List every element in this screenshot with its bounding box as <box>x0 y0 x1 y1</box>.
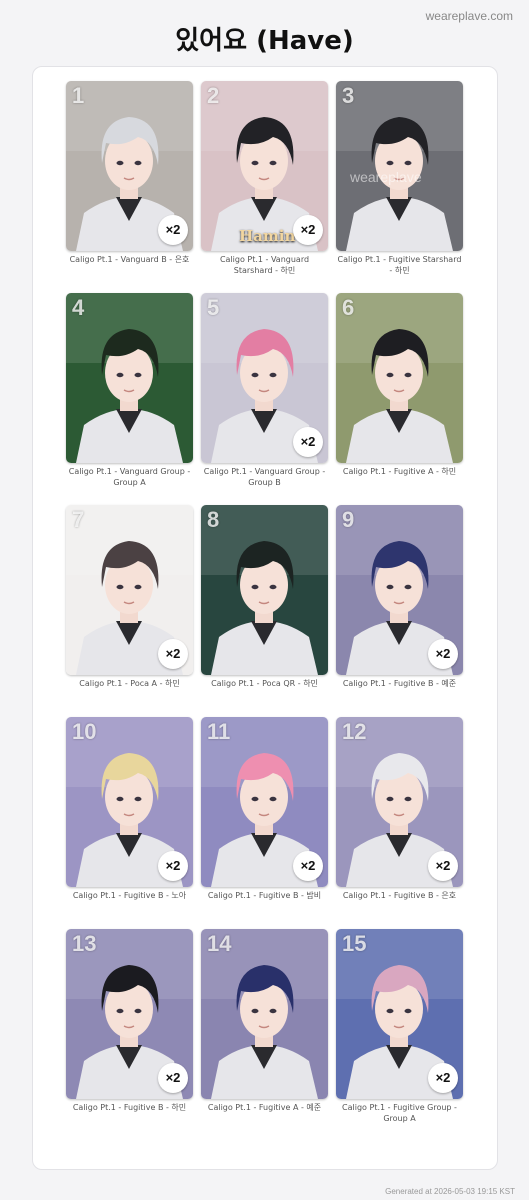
generated-timestamp: Generated at 2026-05-03 19:15 KST <box>385 1187 515 1196</box>
photocard[interactable]: 10 ×2 Caligo Pt.1 - Fugitive B - 노아 <box>66 717 193 929</box>
photocard[interactable]: 6 Caligo Pt.1 - Fugitive A - 하민 <box>336 293 463 505</box>
quantity-badge: ×2 <box>428 639 458 669</box>
photocard-image: 7 ×2 <box>66 505 193 675</box>
card-watermark: weareplave <box>350 169 422 185</box>
photocard-image: 5 ×2 <box>201 293 328 463</box>
card-number: 15 <box>342 931 367 956</box>
card-caption: Caligo Pt.1 - Vanguard Group - Group A <box>68 467 191 487</box>
card-caption: Caligo Pt.1 - Poca QR - 하민 <box>211 679 318 688</box>
card-number: 2 <box>207 83 220 108</box>
quantity-badge: ×2 <box>293 851 323 881</box>
card-caption: Caligo Pt.1 - Fugitive Starshard - 하민 <box>337 255 462 275</box>
card-caption: Caligo Pt.1 - Fugitive B - 노아 <box>72 891 187 900</box>
quantity-badge: ×2 <box>428 851 458 881</box>
quantity-badge: ×2 <box>158 639 188 669</box>
card-signature-text: Hamin <box>239 227 296 245</box>
photocard-image: 9 ×2 <box>336 505 463 675</box>
card-number: 6 <box>342 295 355 320</box>
character-portrait <box>201 505 328 675</box>
photocard-image: 1 ×2 <box>66 81 193 251</box>
card-caption: Caligo Pt.1 - Fugitive A - 하민 <box>342 467 457 476</box>
photocard[interactable]: 12 ×2 Caligo Pt.1 - Fugitive B - 은호 <box>336 717 463 929</box>
card-caption: Caligo Pt.1 - Vanguard Group - Group B <box>203 467 326 487</box>
photocard[interactable]: weareplave 3 Caligo Pt.1 - Fugitive Starsh… <box>336 81 463 293</box>
card-number: 8 <box>207 507 220 532</box>
photocard-image: 14 <box>201 929 328 1099</box>
card-caption: Caligo Pt.1 - Fugitive A - 예준 <box>207 1103 322 1112</box>
card-number: 5 <box>207 295 220 320</box>
card-number: 1 <box>72 83 85 108</box>
card-caption: Caligo Pt.1 - Fugitive B - 예준 <box>342 679 457 688</box>
card-number: 4 <box>72 295 85 320</box>
character-portrait <box>336 293 463 463</box>
page-header: 있어요 (Have) weareplave.com <box>0 0 529 66</box>
quantity-badge: ×2 <box>293 427 323 457</box>
photocard[interactable]: 14 Caligo Pt.1 - Fugitive A - 예준 <box>201 929 328 1141</box>
card-number: 14 <box>207 931 232 956</box>
card-number: 13 <box>72 931 97 956</box>
card-caption: Caligo Pt.1 - Fugitive B - 하민 <box>72 1103 187 1112</box>
site-url[interactable]: weareplave.com <box>426 9 513 23</box>
card-caption: Caligo Pt.1 - Vanguard Starshard - 하민 <box>219 255 310 275</box>
photocard[interactable]: 9 ×2 Caligo Pt.1 - Fugitive B - 예준 <box>336 505 463 717</box>
photocard[interactable]: 8 Caligo Pt.1 - Poca QR - 하민 <box>201 505 328 717</box>
photocard-image: 15 ×2 <box>336 929 463 1099</box>
card-caption: Caligo Pt.1 - Vanguard B - 은호 <box>69 255 190 264</box>
photocard-image: Hamin 2 ×2 <box>201 81 328 251</box>
photocard[interactable]: 11 ×2 Caligo Pt.1 - Fugitive B - 밤비 <box>201 717 328 929</box>
photocard[interactable]: 13 ×2 Caligo Pt.1 - Fugitive B - 하민 <box>66 929 193 1141</box>
quantity-badge: ×2 <box>158 215 188 245</box>
card-number: 9 <box>342 507 355 532</box>
photocard-image: 6 <box>336 293 463 463</box>
photocard[interactable]: 5 ×2 Caligo Pt.1 - Vanguard Group - Group … <box>201 293 328 505</box>
card-number: 3 <box>342 83 355 108</box>
photocard[interactable]: Hamin 2 ×2 Caligo Pt.1 - Vanguard Starshard… <box>201 81 328 293</box>
card-collection-panel: 1 ×2 Caligo Pt.1 - Vanguard B - 은호 Hamin 2 ×2… <box>32 66 498 1170</box>
card-caption: Caligo Pt.1 - Fugitive B - 밤비 <box>207 891 322 900</box>
photocard-image: 10 ×2 <box>66 717 193 887</box>
photocard-image: 4 <box>66 293 193 463</box>
quantity-badge: ×2 <box>293 215 323 245</box>
photocard[interactable]: 4 Caligo Pt.1 - Vanguard Group - Group A <box>66 293 193 505</box>
photocard[interactable]: 15 ×2 Caligo Pt.1 - Fugitive Group - Group… <box>336 929 463 1141</box>
card-number: 7 <box>72 507 85 532</box>
character-portrait <box>66 293 193 463</box>
card-number: 12 <box>342 719 367 744</box>
photocard-image: weareplave 3 <box>336 81 463 251</box>
card-caption: Caligo Pt.1 - Poca A - 하민 <box>79 679 180 688</box>
quantity-badge: ×2 <box>158 851 188 881</box>
photocard[interactable]: 1 ×2 Caligo Pt.1 - Vanguard B - 은호 <box>66 81 193 293</box>
card-number: 11 <box>207 719 231 744</box>
card-caption: Caligo Pt.1 - Fugitive B - 은호 <box>342 891 457 900</box>
photocard-image: 8 <box>201 505 328 675</box>
quantity-badge: ×2 <box>428 1063 458 1093</box>
card-caption: Caligo Pt.1 - Fugitive Group - Group A <box>342 1103 457 1123</box>
page-title: 있어요 (Have) <box>175 26 354 56</box>
photocard-image: 11 ×2 <box>201 717 328 887</box>
photocard-image: 13 ×2 <box>66 929 193 1099</box>
card-number: 10 <box>72 719 97 744</box>
quantity-badge: ×2 <box>158 1063 188 1093</box>
photocard[interactable]: 7 ×2 Caligo Pt.1 - Poca A - 하민 <box>66 505 193 717</box>
character-portrait <box>336 81 463 251</box>
card-grid: 1 ×2 Caligo Pt.1 - Vanguard B - 은호 Hamin 2 ×2… <box>66 81 463 1141</box>
photocard-image: 12 ×2 <box>336 717 463 887</box>
